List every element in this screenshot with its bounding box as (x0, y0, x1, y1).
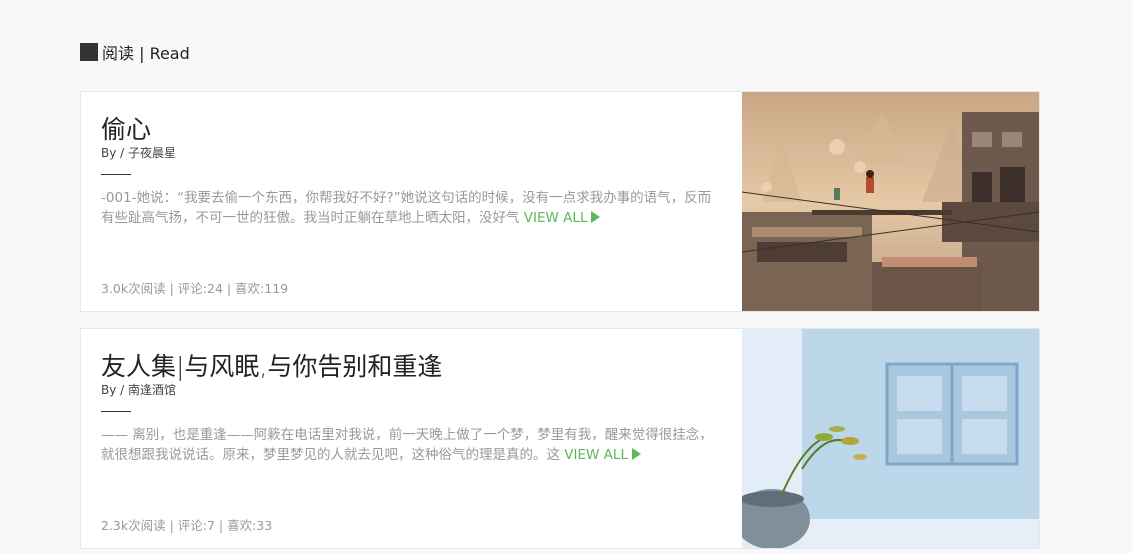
section-header: 阅读 | Read (80, 40, 190, 64)
article-card[interactable]: 偷心 By / 子夜晨星 -001-她说：“我要去偷一个东西，你帮我好不好?”她… (80, 91, 1040, 312)
view-all-link[interactable]: VIEW ALL (564, 447, 641, 463)
view-all-label[interactable]: VIEW ALL (524, 210, 588, 226)
excerpt-text: -001-她说：“我要去偷一个东西，你帮我好不好?”她说这句话的时候，没有一点求… (101, 190, 712, 226)
section-square-icon (80, 43, 98, 61)
article-excerpt: —— 离别，也是重逢——阿簌在电话里对我说，前一天晚上做了一个梦，梦里有我，醒来… (101, 425, 721, 465)
play-icon[interactable] (631, 448, 641, 460)
article-card[interactable]: 友人集|与风眠,与你告别和重逢 By / 南逢酒馆 —— 离别，也是重逢——阿簌… (80, 328, 1040, 549)
article-stats: 3.0k次阅读 | 评论:24 | 喜欢:119 (101, 281, 289, 296)
illustration-city-image[interactable] (742, 92, 1039, 311)
divider (101, 174, 131, 175)
article-author: By / 子夜晨星 (101, 146, 177, 160)
view-all-link[interactable]: VIEW ALL (524, 210, 601, 226)
section-title: 阅读 | Read (102, 44, 190, 63)
blue-window-plant-image[interactable] (742, 329, 1039, 548)
article-stats: 2.3k次阅读 | 评论:7 | 喜欢:33 (101, 518, 273, 533)
divider (101, 411, 131, 412)
view-all-label[interactable]: VIEW ALL (564, 447, 628, 463)
article-author: By / 南逢酒馆 (101, 383, 177, 397)
article-title[interactable]: 友人集|与风眠,与你告别和重逢 (101, 347, 442, 383)
play-icon[interactable] (591, 211, 601, 223)
article-excerpt: -001-她说：“我要去偷一个东西，你帮我好不好?”她说这句话的时候，没有一点求… (101, 188, 721, 228)
article-body: 友人集|与风眠,与你告别和重逢 By / 南逢酒馆 —— 离别，也是重逢——阿簌… (81, 329, 743, 548)
article-title[interactable]: 偷心 (101, 110, 151, 146)
article-body: 偷心 By / 子夜晨星 -001-她说：“我要去偷一个东西，你帮我好不好?”她… (81, 92, 743, 311)
